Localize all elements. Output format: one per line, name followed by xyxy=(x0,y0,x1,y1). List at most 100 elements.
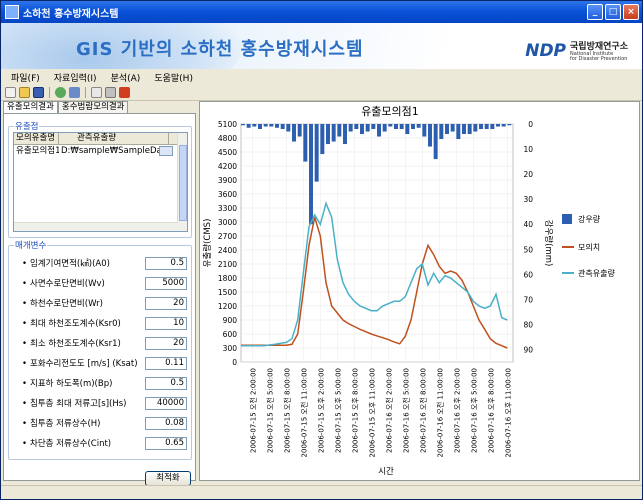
save-icon[interactable] xyxy=(33,87,44,98)
params-group-title: 매개변수 xyxy=(14,239,48,251)
maximize-button[interactable]: □ xyxy=(605,4,621,20)
rainfall-bar xyxy=(263,124,268,127)
list-horizontal-scrollbar[interactable] xyxy=(14,222,178,231)
param-input[interactable]: 0.5 xyxy=(145,256,187,270)
tab-flood-results[interactable]: 홍수범람모의결과 xyxy=(57,101,129,113)
close-button[interactable]: × xyxy=(623,4,639,20)
rainfall-bar xyxy=(467,124,472,135)
y-right-tick-label: 60 xyxy=(523,270,533,279)
app-icon xyxy=(5,5,19,19)
param-input[interactable]: 0.08 xyxy=(145,416,187,430)
param-input[interactable]: 10 xyxy=(145,316,187,330)
rainfall-bar xyxy=(258,124,262,130)
menu-analysis[interactable]: 분석(A) xyxy=(111,71,141,84)
logo-mark: NDP xyxy=(525,40,567,61)
print-icon[interactable] xyxy=(105,87,116,98)
rainfall-bar xyxy=(450,124,455,132)
y-tick-label: 2700 xyxy=(218,232,237,241)
y-right-tick-label: 20 xyxy=(523,170,533,179)
y-tick-label: 3600 xyxy=(218,190,237,199)
chart-legend: 강우량모의치관측유출량 xyxy=(562,214,615,278)
menu-file[interactable]: 파일(F) xyxy=(11,71,40,84)
param-label: 최소 하천조도계수(Ksr1) xyxy=(30,339,121,349)
x-tick-label: 2006-07-16 오후 11:00:00 xyxy=(504,368,512,457)
browse-button[interactable] xyxy=(159,146,173,156)
y-tick-label: 300 xyxy=(223,344,238,353)
param-row: • 포화수리전도도 [m/s] (Ksat) 0.11 xyxy=(22,356,187,370)
title-bar[interactable]: 소하천 홍수방재시스템 _ □ × xyxy=(1,1,642,23)
minimize-button[interactable]: _ xyxy=(587,4,603,20)
param-row: • 하천수로단면비(Wr) 20 xyxy=(22,296,187,310)
rainfall-bar xyxy=(360,124,364,135)
y-right-tick-label: 40 xyxy=(523,220,533,229)
rainfall-bar xyxy=(275,124,279,128)
chart-title: 유출모의점1 xyxy=(361,105,419,118)
rainfall-bar xyxy=(314,124,319,182)
param-input[interactable]: 40000 xyxy=(145,396,187,410)
x-tick-label: 2006-07-16 오후 8:00:00 xyxy=(487,368,495,453)
rainfall-bar xyxy=(496,124,500,127)
y-right-tick-label: 10 xyxy=(523,145,533,154)
list-item[interactable]: 유출모의점1 D:₩sample₩SampleData₩ xyxy=(14,145,187,157)
list-item-name: 유출모의점1 xyxy=(16,146,59,156)
outlet-list[interactable]: 모의유출명 관측유출량 유출모의점1 D:₩sample₩SampleData₩ xyxy=(13,132,188,232)
param-label: 차단층 저류상수(Cint) xyxy=(30,439,112,449)
param-input[interactable]: 0.5 xyxy=(145,376,187,390)
status-bar xyxy=(1,485,642,499)
rainfall-bar xyxy=(399,124,404,130)
window-title: 소하천 홍수방재시스템 xyxy=(23,8,119,20)
param-row: • 침투층 저류상수(H) 0.08 xyxy=(22,416,187,430)
tab-runoff-results[interactable]: 유출모의결과 xyxy=(3,101,58,113)
toolbar xyxy=(1,85,642,101)
new-icon[interactable] xyxy=(5,87,16,98)
x-tick-label: 2006-07-16 오후 2:00:00 xyxy=(453,368,461,453)
param-input[interactable]: 0.11 xyxy=(145,356,187,370)
rainfall-bar xyxy=(462,124,466,135)
rainfall-bar xyxy=(331,124,336,142)
y-tick-label: 4800 xyxy=(218,134,237,143)
rainfall-bar xyxy=(326,124,330,145)
optimize-button[interactable]: 최적화 xyxy=(145,471,191,486)
delete-icon[interactable] xyxy=(119,87,130,98)
y-right-tick-label: 90 xyxy=(523,345,533,354)
runoff-chart: 유출모의점1 유출량(CMS) 강우량(mm) 시간 0300600900120… xyxy=(202,105,615,477)
rainfall-bar xyxy=(371,124,376,130)
rainfall-bar xyxy=(433,124,438,160)
y-tick-label: 2100 xyxy=(218,260,237,269)
list-vertical-scrollbar[interactable] xyxy=(177,133,187,231)
y-tick-label: 1800 xyxy=(218,274,237,283)
toolbar-separator xyxy=(49,87,50,98)
x-tick-label: 2006-07-15 오전 2:00:00 xyxy=(248,368,257,453)
x-tick-label: 2006-07-15 오후 8:00:00 xyxy=(351,368,359,453)
open-icon[interactable] xyxy=(19,87,30,98)
y-right-tick-label: 0 xyxy=(528,120,533,129)
toolbar-separator xyxy=(85,87,86,98)
rainfall-bar xyxy=(320,124,325,155)
x-tick-label: 2006-07-16 오전 5:00:00 xyxy=(401,368,410,453)
param-label: 침투층 저류상수(H) xyxy=(30,419,101,429)
param-input[interactable]: 0.65 xyxy=(145,436,187,450)
y-right-tick-label: 50 xyxy=(523,245,533,254)
rainfall-bar xyxy=(484,124,489,130)
y-right-tick-label: 30 xyxy=(523,195,533,204)
table-icon[interactable] xyxy=(91,87,102,98)
map-icon[interactable] xyxy=(55,87,66,98)
layers-icon[interactable] xyxy=(69,87,80,98)
param-input[interactable]: 20 xyxy=(145,296,187,310)
menu-help[interactable]: 도움말(H) xyxy=(154,71,193,84)
rainfall-bar xyxy=(252,124,257,127)
rainfall-bar xyxy=(439,124,444,140)
list-header-name[interactable]: 모의유출명 xyxy=(14,133,59,144)
rainfall-bar xyxy=(416,124,421,128)
scrollbar-thumb[interactable] xyxy=(179,145,187,221)
x-tick-label: 2006-07-16 오전 2:00:00 xyxy=(384,368,393,453)
param-input[interactable]: 20 xyxy=(145,336,187,350)
rainfall-bar xyxy=(479,124,483,130)
menu-data-input[interactable]: 자료입력(I) xyxy=(54,71,97,84)
y-right-tick-label: 70 xyxy=(523,295,533,304)
y-tick-label: 4500 xyxy=(218,148,237,157)
y-tick-label: 3300 xyxy=(218,204,237,213)
param-label: 하천수로단면비(Wr) xyxy=(30,299,103,309)
param-input[interactable]: 5000 xyxy=(145,276,187,290)
list-header-observed[interactable]: 관측유출량 xyxy=(59,133,169,144)
